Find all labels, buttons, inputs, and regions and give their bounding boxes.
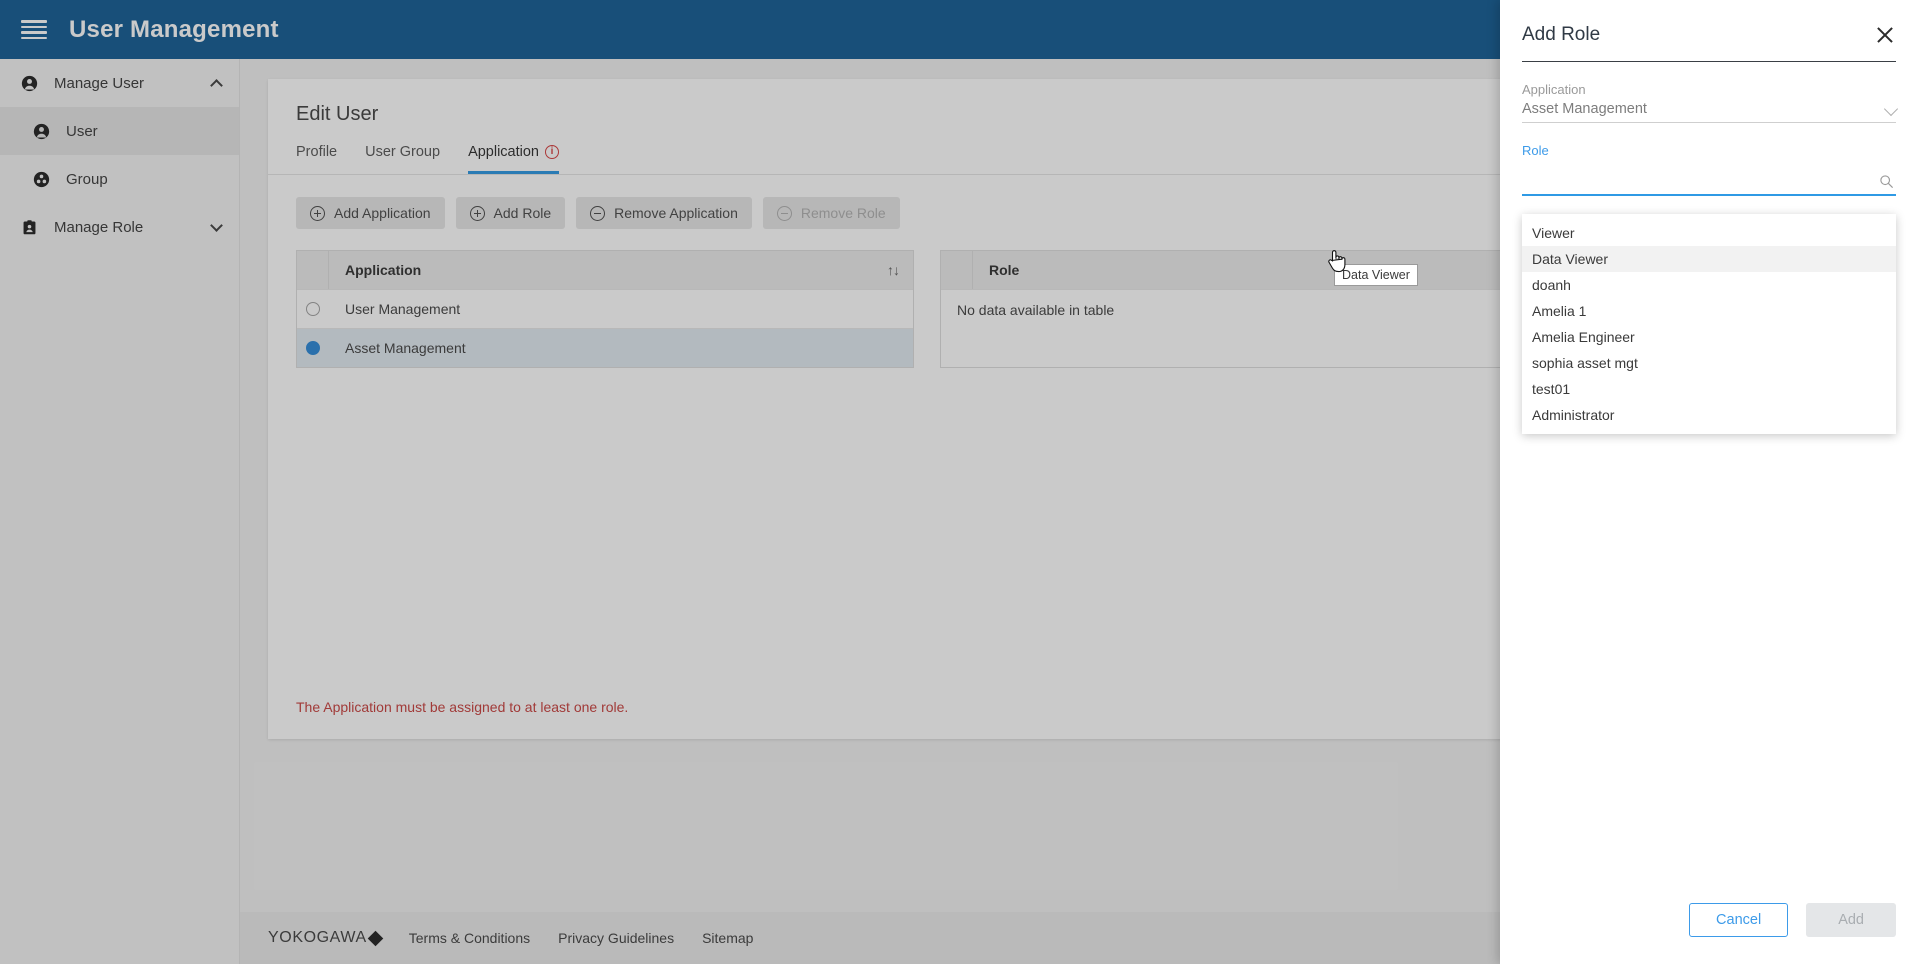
option-label: test01 bbox=[1532, 381, 1571, 397]
dropdown-option[interactable]: test01 bbox=[1522, 376, 1896, 402]
role-field-label: Role bbox=[1522, 143, 1549, 158]
option-label: Amelia 1 bbox=[1532, 303, 1587, 319]
tooltip: Data Viewer bbox=[1334, 264, 1418, 286]
role-options-dropdown: Viewer Data Viewer doanh Amelia 1 Amelia… bbox=[1522, 214, 1896, 434]
dropdown-option[interactable]: Viewer bbox=[1522, 220, 1896, 246]
add-role-drawer: Add Role Application Asset Management Ro… bbox=[1500, 0, 1918, 964]
drawer-action-buttons: Cancel Add bbox=[1689, 903, 1896, 937]
drawer-header: Add Role bbox=[1500, 0, 1918, 46]
option-label: Viewer bbox=[1532, 225, 1575, 241]
option-label: sophia asset mgt bbox=[1532, 355, 1638, 371]
role-field: Role bbox=[1500, 123, 1918, 196]
option-label: doanh bbox=[1532, 277, 1571, 293]
search-icon bbox=[1880, 175, 1893, 188]
dropdown-option[interactable]: Data Viewer bbox=[1522, 246, 1896, 272]
dropdown-option[interactable]: Administrator bbox=[1522, 402, 1896, 428]
application-field-label: Application bbox=[1522, 82, 1586, 97]
add-button: Add bbox=[1806, 903, 1896, 937]
screen-root: User Management 13 EN administrator Samp… bbox=[0, 0, 1918, 964]
application-select[interactable]: Asset Management bbox=[1522, 101, 1899, 123]
close-icon[interactable] bbox=[1874, 24, 1896, 46]
application-selected-value: Asset Management bbox=[1522, 101, 1647, 117]
dropdown-option[interactable]: Amelia Engineer bbox=[1522, 324, 1896, 350]
chevron-down-icon bbox=[1883, 101, 1899, 117]
cancel-button[interactable]: Cancel bbox=[1689, 903, 1789, 937]
dropdown-option[interactable]: sophia asset mgt bbox=[1522, 350, 1896, 376]
role-search-input[interactable] bbox=[1522, 169, 1879, 194]
role-search-field[interactable] bbox=[1522, 169, 1896, 196]
dropdown-option[interactable]: Amelia 1 bbox=[1522, 298, 1896, 324]
drawer-title: Add Role bbox=[1522, 24, 1601, 45]
application-field: Application Asset Management bbox=[1500, 62, 1918, 123]
dropdown-option[interactable]: doanh bbox=[1522, 272, 1896, 298]
option-label: Amelia Engineer bbox=[1532, 329, 1635, 345]
option-label: Data Viewer bbox=[1532, 251, 1609, 267]
option-label: Administrator bbox=[1532, 407, 1615, 423]
